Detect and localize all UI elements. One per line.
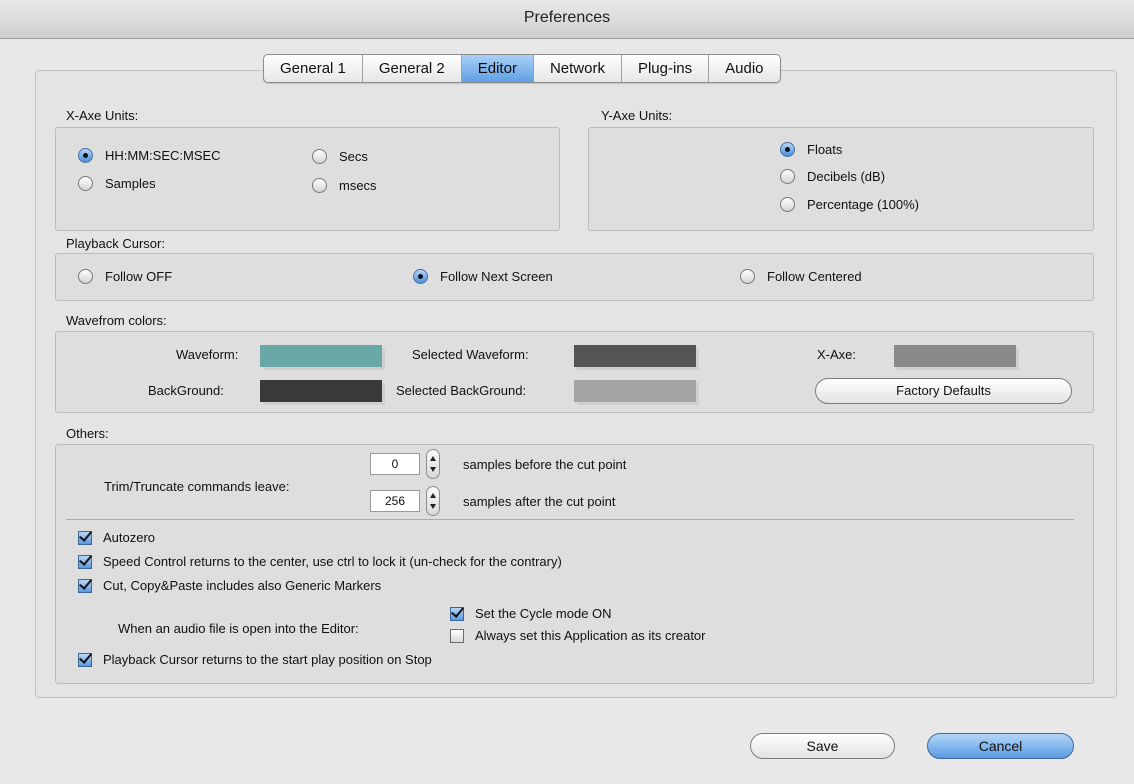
selected-waveform-label: Selected Waveform: [412,347,529,362]
background-color-swatch[interactable] [260,380,382,402]
x-axe-color-swatch[interactable] [894,345,1016,367]
radio-label: msecs [339,178,377,193]
selected-waveform-color-swatch[interactable] [574,345,696,367]
waveform-label: Waveform: [176,347,239,362]
tab-editor[interactable]: Editor [461,55,534,82]
checkbox-icon [450,628,464,643]
checkbox-checked-icon [78,554,92,569]
tab-general-1[interactable]: General 1 [264,55,363,82]
tab-general-2[interactable]: General 2 [363,55,462,82]
trim-truncate-label: Trim/Truncate commands leave: [104,479,290,494]
radio-label: Floats [807,142,843,157]
checkbox-label: Cut, Copy&Paste includes also Generic Ma… [103,578,382,593]
radio-follow-next-screen[interactable]: Follow Next Screen [413,269,553,284]
radio-icon [78,176,93,191]
samples-before-stepper[interactable] [426,449,440,479]
radio-floats[interactable]: Floats [780,142,842,157]
samples-after-label: samples after the cut point [463,494,616,509]
radio-label: HH:MM:SEC:MSEC [105,148,221,163]
factory-defaults-button[interactable]: Factory Defaults [815,378,1072,404]
cycle-mode-checkbox[interactable]: Set the Cycle mode ON [450,606,612,621]
audio-file-open-label: When an audio file is open into the Edit… [118,621,359,636]
checkbox-checked-icon [78,578,92,593]
checkbox-label: Playback Cursor returns to the start pla… [103,652,432,667]
radio-percentage[interactable]: Percentage (100%) [780,197,919,212]
samples-after-stepper[interactable] [426,486,440,516]
radio-follow-off[interactable]: Follow OFF [78,269,172,284]
others-divider [66,519,1074,520]
checkbox-label: Always set this Application as its creat… [475,628,706,643]
window-title: Preferences [523,9,611,26]
y-axe-units-heading: Y-Axe Units: [601,108,673,123]
waveform-colors-heading: Wavefrom colors: [66,313,167,328]
radio-label: Samples [105,176,156,191]
checkbox-label: Speed Control returns to the center, use… [103,554,562,569]
others-heading: Others: [66,426,109,441]
radio-icon [740,269,755,284]
radio-icon [78,269,93,284]
speed-control-checkbox[interactable]: Speed Control returns to the center, use… [78,554,562,569]
radio-label: Percentage (100%) [807,197,920,212]
radio-label: Secs [339,149,368,164]
radio-hhmmsecmsec[interactable]: HH:MM:SEC:MSEC [78,148,221,163]
radio-secs[interactable]: Secs [312,149,368,164]
radio-label: Decibels (dB) [807,169,886,184]
checkbox-label: Set the Cycle mode ON [475,606,612,621]
autozero-checkbox[interactable]: Autozero [78,530,155,545]
title-bar: Preferences [0,0,1134,39]
playback-cursor-return-checkbox[interactable]: Playback Cursor returns to the start pla… [78,652,432,667]
tab-plug-ins[interactable]: Plug-ins [622,55,710,82]
radio-selected-icon [413,269,428,284]
x-axe-units-heading: X-Axe Units: [66,108,139,123]
x-axe-color-label: X-Axe: [817,347,857,362]
radio-follow-centered[interactable]: Follow Centered [740,269,862,284]
tab-network[interactable]: Network [534,55,622,82]
radio-selected-icon [78,148,93,163]
samples-before-label: samples before the cut point [463,457,627,472]
waveform-color-swatch[interactable] [260,345,382,367]
save-button[interactable]: Save [750,733,895,759]
playback-cursor-group [55,253,1094,301]
radio-icon [312,149,327,164]
cut-copy-paste-checkbox[interactable]: Cut, Copy&Paste includes also Generic Ma… [78,578,381,593]
radio-label: Follow Centered [767,269,862,284]
radio-msecs[interactable]: msecs [312,178,377,193]
radio-icon [312,178,327,193]
background-label: BackGround: [148,383,224,398]
tab-audio[interactable]: Audio [709,55,779,82]
radio-selected-icon [780,142,795,157]
checkbox-checked-icon [78,530,92,545]
playback-cursor-heading: Playback Cursor: [66,236,165,251]
radio-decibels[interactable]: Decibels (dB) [780,169,885,184]
selected-background-color-swatch[interactable] [574,380,696,402]
samples-before-input[interactable]: 0 [370,453,420,475]
cancel-button[interactable]: Cancel [927,733,1074,759]
checkbox-checked-icon [78,652,92,667]
checkbox-label: Autozero [103,530,156,545]
radio-samples[interactable]: Samples [78,176,156,191]
radio-icon [780,197,795,212]
radio-label: Follow OFF [105,269,173,284]
checkbox-checked-icon [450,606,464,621]
radio-icon [780,169,795,184]
tab-bar: General 1 General 2 Editor Network Plug-… [263,54,781,83]
selected-background-label: Selected BackGround: [396,383,527,398]
samples-after-input[interactable]: 256 [370,490,420,512]
always-creator-checkbox[interactable]: Always set this Application as its creat… [450,628,706,643]
radio-label: Follow Next Screen [440,269,553,284]
